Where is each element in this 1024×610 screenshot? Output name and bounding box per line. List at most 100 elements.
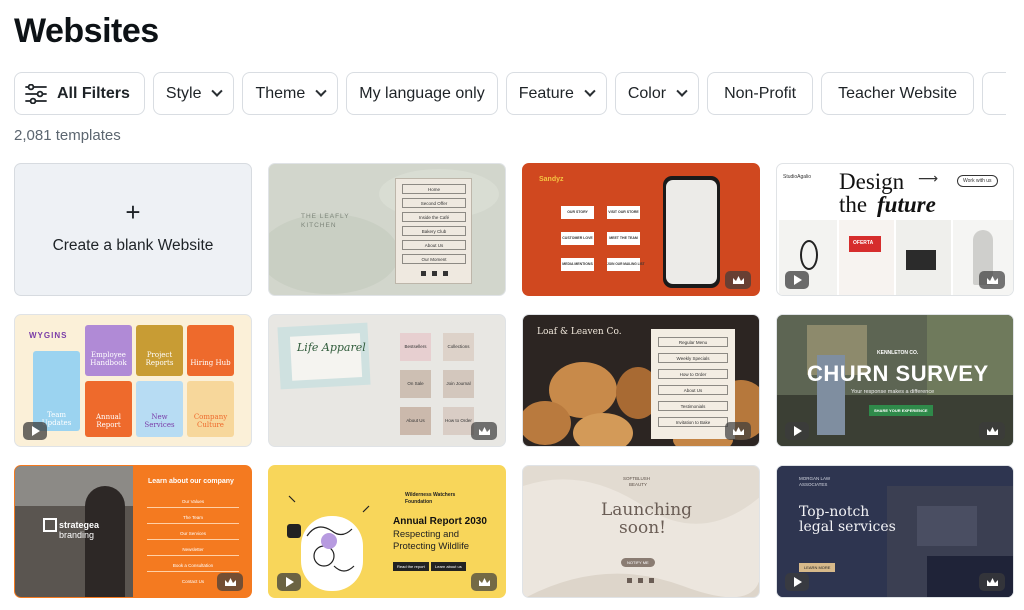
style-filter-label: Style xyxy=(165,84,202,102)
arrow-right-icon: ⟶ xyxy=(918,170,939,186)
design-title-line2a: the xyxy=(839,192,868,217)
crown-icon xyxy=(471,422,497,440)
crown-icon xyxy=(979,573,1005,591)
phone-mockup-image xyxy=(663,176,720,288)
churn-title: CHURN SURVEY xyxy=(807,361,989,386)
crown-icon xyxy=(979,422,1005,440)
social-icons xyxy=(627,578,654,583)
color-filter-label: Color xyxy=(627,84,667,102)
template-card-strategea[interactable]: strategea branding Learn about our compa… xyxy=(14,465,252,598)
launch-notify-button: NOTIFY ME xyxy=(621,558,655,567)
leafly-menu-panel: Home Second Offer Inside the Café Bakery… xyxy=(395,178,472,284)
more-filters-chip[interactable] xyxy=(981,72,1006,115)
theme-filter-label: Theme xyxy=(255,84,306,102)
loaf-menu-item: How to Order xyxy=(658,369,728,379)
wygins-tile: Project Reports xyxy=(136,325,183,376)
wygins-tile: Annual Report xyxy=(85,381,132,437)
all-filters-button[interactable]: All Filters xyxy=(14,72,145,115)
template-card-design-future[interactable]: StudioAgalio Design the future ⟶ Work wi… xyxy=(776,163,1014,296)
life-note: On Sale xyxy=(400,370,431,398)
sandyz-button: OUR STORY xyxy=(561,206,594,219)
torn-paper-image xyxy=(277,322,371,390)
template-card-launching-soon[interactable]: SOFTBLUSH BEAUTY Launching soon! NOTIFY … xyxy=(522,465,760,598)
leafly-menu-item: Inside the Café xyxy=(402,212,466,222)
legal-brand-line2: ASSOCIATES xyxy=(799,482,828,487)
template-card-wygins[interactable]: WYGINS Employee Handbook Project Reports… xyxy=(14,314,252,447)
life-title: Life Apparel xyxy=(297,341,366,354)
template-card-sandyz[interactable]: Sandyz OUR STORY VISIT OUR STORE CUSTOME… xyxy=(522,163,760,296)
template-card-wilderness[interactable]: Wilderness Watchers Foundation Annual Re… xyxy=(268,465,506,598)
wygins-tile: Hiring Hub xyxy=(187,325,234,376)
page-title: Websites xyxy=(14,12,159,50)
wygins-brand: WYGINS xyxy=(29,331,68,340)
strategea-brand-line1: strategea xyxy=(59,520,100,530)
theme-filter[interactable]: Theme xyxy=(242,72,339,115)
create-blank-label: Create a blank Website xyxy=(52,236,214,254)
feature-filter-label: Feature xyxy=(518,84,574,102)
strategea-brand-line2: branding xyxy=(59,530,95,540)
chevron-down-icon xyxy=(584,85,596,97)
wygins-tile: Employee Handbook xyxy=(85,325,132,376)
crown-icon xyxy=(471,573,497,591)
design-title-line2b: future xyxy=(877,192,936,217)
crown-icon xyxy=(979,271,1005,289)
wygins-tile: New Services xyxy=(136,381,183,437)
leafly-menu-item: Bakery Club xyxy=(402,226,466,236)
template-card-leafly-kitchen[interactable]: THE LEAFLY KITCHEN Home Second Offer Ins… xyxy=(268,163,506,296)
strategea-menu-item: Our Values xyxy=(147,496,239,508)
life-note: Join Journal xyxy=(443,370,474,398)
launch-title-line2: soon! xyxy=(619,518,666,538)
sliders-icon xyxy=(25,83,47,104)
strategea-menu-item: Newsletter xyxy=(147,544,239,556)
leafly-menu-item: Our Moment xyxy=(402,254,466,264)
teacher-website-filter[interactable]: Teacher Website xyxy=(821,72,974,115)
social-icons xyxy=(421,271,448,276)
all-filters-label: All Filters xyxy=(57,84,130,102)
teacher-website-label: Teacher Website xyxy=(838,84,957,102)
play-icon xyxy=(277,573,301,591)
create-blank-website-card[interactable]: + Create a blank Website xyxy=(14,163,252,296)
play-icon xyxy=(785,422,809,440)
design-brand: StudioAgalio xyxy=(783,174,812,180)
template-card-loaf-leaven[interactable]: Loaf & Leaven Co. Regular Menu Weekly Sp… xyxy=(522,314,760,447)
non-profit-filter[interactable]: Non-Profit xyxy=(707,72,814,115)
red-promo-image: OFERTA xyxy=(839,220,894,295)
loaf-menu-item: Regular Menu xyxy=(658,337,728,347)
template-card-legal-services[interactable]: MORGAN LAW ASSOCIATES Top-notch legal se… xyxy=(776,465,1014,598)
sandyz-brand: Sandyz xyxy=(539,176,564,183)
strategea-menu-item: Book a Consultation xyxy=(147,560,239,572)
leafly-menu-item: Home xyxy=(402,184,466,194)
template-card-life-apparel[interactable]: Life Apparel Bestsellers Collections On … xyxy=(268,314,506,447)
feature-filter[interactable]: Feature xyxy=(505,72,607,115)
crown-icon xyxy=(217,573,243,591)
promo-label: OFERTA xyxy=(853,240,874,246)
sandyz-button: MEDIA MENTIONS xyxy=(561,258,594,271)
my-language-filter[interactable]: My language only xyxy=(346,72,498,115)
wilderness-read-button: Read the report xyxy=(393,562,429,571)
legal-title-line2: legal services xyxy=(799,519,896,535)
laptop-image xyxy=(896,220,951,295)
life-note: About Us xyxy=(400,407,431,435)
play-icon xyxy=(23,422,47,440)
legal-title-line1: Top-notch xyxy=(799,504,870,520)
life-note: How to Order xyxy=(443,407,474,435)
template-count: 2,081 templates xyxy=(14,127,121,144)
life-note: Collections xyxy=(443,333,474,361)
style-filter[interactable]: Style xyxy=(152,72,235,115)
loaf-menu-item: About Us xyxy=(658,385,728,395)
color-filter[interactable]: Color xyxy=(614,72,700,115)
launch-title-line1: Launching xyxy=(601,500,693,520)
chevron-down-icon xyxy=(211,85,224,97)
strategea-menu-item: The Team xyxy=(147,512,239,524)
sandyz-button: CUSTOMER LOVE xyxy=(561,232,594,245)
template-card-churn-survey[interactable]: KENNLETON CO. CHURN SURVEY Your response… xyxy=(776,314,1014,447)
legal-brand-line1: MORGAN LAW xyxy=(799,476,831,481)
crown-icon xyxy=(725,422,751,440)
loaf-menu-item: Invitation to Bake xyxy=(658,417,728,427)
wilderness-org-line2: Foundation xyxy=(405,499,433,505)
life-note: Bestsellers xyxy=(400,333,431,361)
churn-cta: SHARE YOUR EXPERIENCE xyxy=(869,405,933,416)
churn-subtitle: Your response makes a difference xyxy=(851,389,935,395)
wygins-tile: Company Culture xyxy=(187,381,234,437)
loaf-menu-item: Weekly Specials xyxy=(658,353,728,363)
